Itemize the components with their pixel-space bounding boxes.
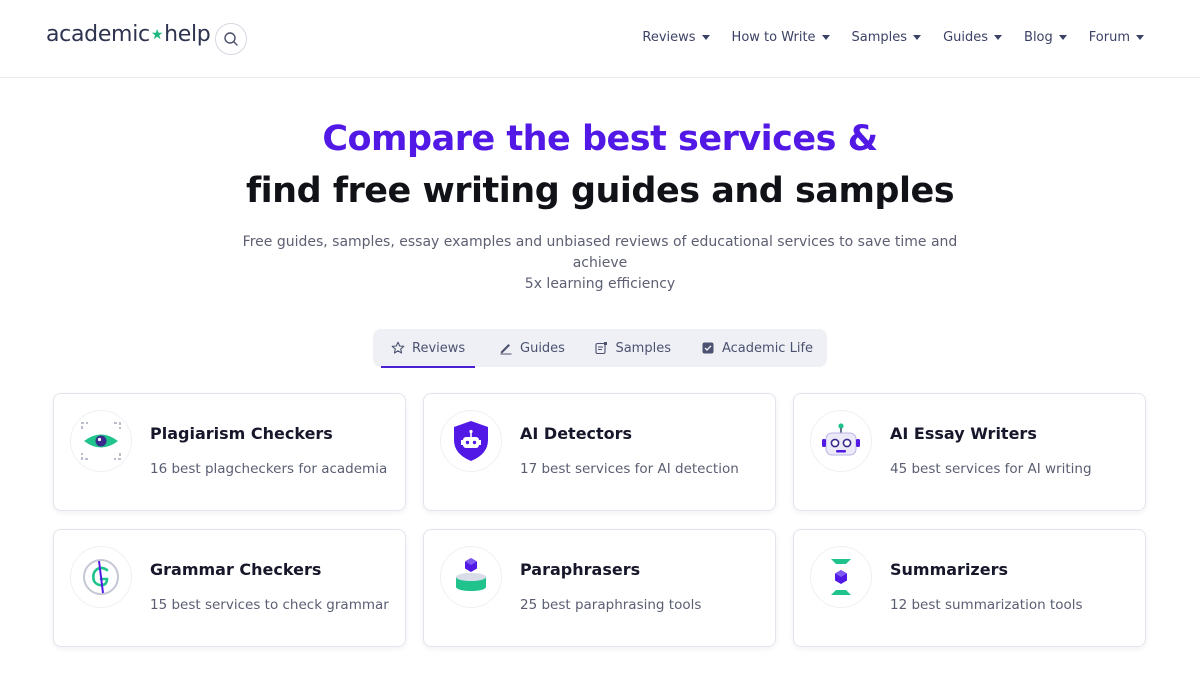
tab-guides[interactable]: Guides [489, 329, 578, 367]
nav-how-to-write-label: How to Write [731, 30, 816, 45]
caret-down-icon [913, 35, 922, 40]
tab-reviews-label: Reviews [412, 340, 466, 356]
grammar-g-icon [83, 559, 119, 595]
card-description: 16 best plagcheckers for academia [150, 461, 388, 477]
site-logo[interactable]: academic★help [46, 22, 211, 47]
hero-subtitle-line2: 5x learning efficiency [524, 276, 676, 292]
nav-reviews-label: Reviews [642, 30, 696, 45]
card-paraphrasers[interactable]: Paraphrasers 25 best paraphrasing tools [423, 529, 776, 647]
card-title: AI Essay Writers [890, 424, 1037, 443]
card-grammar-checkers[interactable]: Grammar Checkers 15 best services to che… [53, 529, 406, 647]
card-description: 25 best paraphrasing tools [520, 597, 702, 613]
tab-reviews[interactable]: Reviews [381, 329, 475, 368]
card-title: Summarizers [890, 560, 1009, 579]
nav-guides-label: Guides [943, 30, 989, 45]
hourglass-cube-icon [831, 559, 851, 595]
site-header: academic★help Reviews How to Write Sampl… [0, 0, 1200, 78]
card-description: 15 best services to check grammar [150, 597, 389, 613]
tab-academic-life-label: Academic Life [722, 340, 814, 356]
robot-shield-icon [454, 421, 488, 461]
checkbox-icon [702, 342, 714, 354]
pencil-icon [500, 344, 512, 355]
caret-down-icon [994, 35, 1003, 40]
card-icon-wrap [440, 410, 502, 472]
card-icon-wrap [70, 410, 132, 472]
star-icon [391, 341, 405, 354]
nav-forum[interactable]: Forum [1089, 30, 1144, 45]
hero-title-line1: Compare the best services & [322, 119, 878, 159]
card-description: 17 best services for AI detection [520, 461, 739, 477]
eye-scan-icon [81, 422, 121, 460]
card-description: 45 best services for AI writing [890, 461, 1092, 477]
nav-how-to-write[interactable]: How to Write [732, 30, 830, 45]
tab-samples[interactable]: Samples [584, 329, 681, 367]
card-ai-detectors[interactable]: AI Detectors 17 best services for AI det… [423, 393, 776, 511]
card-ai-essay-writers[interactable]: AI Essay Writers 45 best services for AI… [793, 393, 1146, 511]
search-icon [224, 32, 238, 46]
logo-star-icon: ★ [150, 27, 164, 43]
nav-samples-label: Samples [851, 30, 908, 45]
cube-stack-icon [456, 558, 486, 591]
card-plagiarism-checkers[interactable]: Plagiarism Checkers 16 best plagcheckers… [53, 393, 406, 511]
card-summarizers[interactable]: Summarizers 12 best summarization tools [793, 529, 1146, 647]
nav-blog-label: Blog [1024, 30, 1053, 45]
card-icon-wrap [440, 546, 502, 608]
nav-guides[interactable]: Guides [943, 30, 1003, 45]
logo-text-right: help [164, 22, 211, 47]
nav-reviews[interactable]: Reviews [642, 30, 710, 45]
card-title: Paraphrasers [520, 560, 641, 579]
nav-forum-label: Forum [1088, 30, 1130, 45]
search-button[interactable] [215, 23, 247, 55]
tab-guides-label: Guides [520, 340, 565, 356]
card-title: AI Detectors [520, 424, 633, 443]
card-icon-wrap [810, 546, 872, 608]
category-tabs: Reviews Guides Samples Academic Life [373, 329, 827, 368]
card-title: Plagiarism Checkers [150, 424, 333, 443]
caret-down-icon [1136, 35, 1144, 40]
nav-samples[interactable]: Samples [852, 30, 922, 45]
hero-subtitle: Free guides, samples, essay examples and… [230, 232, 970, 295]
card-description: 12 best summarization tools [890, 597, 1083, 613]
tab-academic-life[interactable]: Academic Life [691, 329, 819, 367]
tab-samples-label: Samples [615, 340, 671, 356]
main-nav: Reviews How to Write Samples Guides Blog… [642, 30, 1144, 45]
logo-text-left: academic [46, 22, 150, 47]
hero-title-line2: find free writing guides and samples [245, 171, 955, 211]
hero-subtitle-line1: Free guides, samples, essay examples and… [242, 234, 958, 271]
robot-icon [822, 423, 860, 456]
caret-down-icon [821, 35, 830, 40]
nav-blog[interactable]: Blog [1024, 30, 1067, 45]
caret-down-icon [1058, 35, 1067, 40]
caret-down-icon [701, 35, 710, 40]
card-icon-wrap [810, 410, 872, 472]
document-icon [595, 342, 608, 355]
card-title: Grammar Checkers [150, 560, 322, 579]
card-icon-wrap [70, 546, 132, 608]
